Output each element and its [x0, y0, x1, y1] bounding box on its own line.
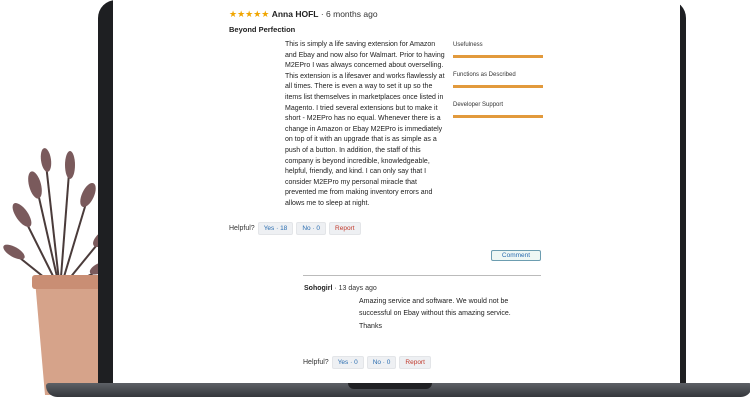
reply-header: Sohogirl · 13 days ago	[304, 285, 377, 292]
report-button[interactable]: Report	[399, 356, 431, 369]
reply-thanks: Thanks	[359, 323, 382, 330]
star-rating-icon: ★★★★★	[229, 9, 270, 19]
review-time: · 6 months ago	[320, 9, 378, 19]
rating-bar	[453, 115, 543, 118]
helpful-label: Helpful?	[303, 359, 329, 366]
reply-author[interactable]: Sohogirl	[304, 285, 332, 292]
rating-bar	[453, 85, 543, 88]
reply-divider	[303, 275, 541, 276]
reply-helpful-row: Helpful? Yes · 0 No · 0 Report	[303, 356, 431, 369]
reply-text: Amazing service and software. We would n…	[359, 298, 511, 317]
rating-usefulness: Usefulness	[453, 42, 543, 72]
reply-time: · 13 days ago	[334, 285, 377, 292]
helpful-label: Helpful?	[229, 225, 255, 232]
rating-label: Functions as Described	[453, 72, 516, 78]
review-body: This is simply a life saving extension f…	[285, 41, 445, 207]
helpful-yes-button[interactable]: Yes · 0	[331, 356, 364, 369]
rating-breakdown: Usefulness Functions as Described Develo…	[453, 42, 543, 132]
rating-functions: Functions as Described	[453, 72, 543, 102]
reviewer-name[interactable]: Anna HOFL	[272, 9, 319, 19]
laptop-notch	[348, 383, 432, 389]
comment-button[interactable]: Comment	[491, 250, 541, 261]
rating-bar	[453, 55, 543, 58]
rating-label: Usefulness	[453, 42, 483, 48]
rating-label: Developer Support	[453, 102, 504, 108]
review-title: Beyond Perfection	[229, 25, 296, 34]
report-button[interactable]: Report	[329, 222, 361, 235]
helpful-yes-button[interactable]: Yes · 18	[257, 222, 294, 235]
helpful-no-button[interactable]: No · 0	[296, 222, 327, 235]
review-header: ★★★★★ Anna HOFL · 6 months ago	[229, 9, 378, 20]
helpful-no-button[interactable]: No · 0	[366, 356, 397, 369]
rating-developer-support: Developer Support	[453, 102, 543, 132]
review-helpful-row: Helpful? Yes · 18 No · 0 Report	[229, 222, 361, 235]
review-page: ★★★★★ Anna HOFL · 6 months ago Beyond Pe…	[113, 0, 680, 384]
